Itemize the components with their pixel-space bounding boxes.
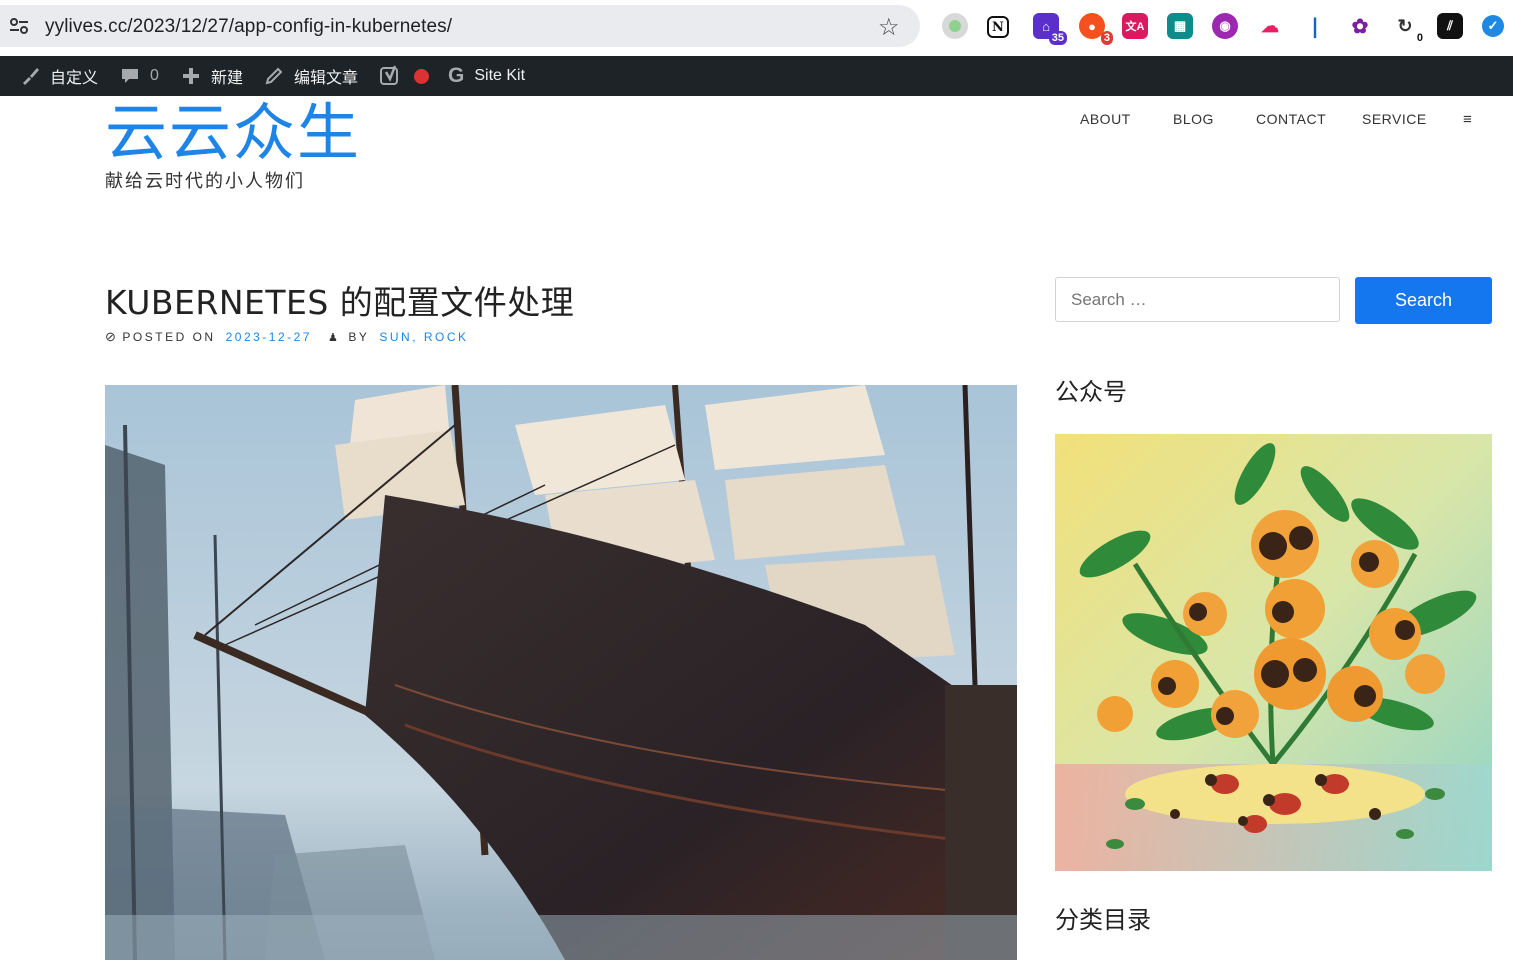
comments-link[interactable]: 0 xyxy=(120,56,159,96)
translate-icon[interactable]: 文A xyxy=(1122,13,1148,39)
paintbrush-icon xyxy=(20,66,40,86)
author-icon: ♟ xyxy=(327,331,341,344)
extension-grid-icon[interactable]: ▦ xyxy=(1167,13,1193,39)
extension-gray-dot-icon[interactable] xyxy=(942,13,968,39)
nav-item-service[interactable]: SERVICE xyxy=(1362,111,1427,127)
seo-status-dot-icon xyxy=(414,68,429,84)
yoast-icon xyxy=(380,65,400,87)
openai-icon[interactable]: ✿ xyxy=(1347,13,1373,39)
plus-icon xyxy=(181,66,201,86)
extension-blue-circle-icon[interactable]: ✓ xyxy=(1482,15,1504,37)
by-label: BY xyxy=(348,330,370,344)
site-info-icon[interactable] xyxy=(8,16,30,36)
extension-dark-icon[interactable]: ⫽ xyxy=(1437,13,1463,39)
search-input[interactable] xyxy=(1055,277,1340,322)
customize-link[interactable]: 自定义 xyxy=(20,56,98,96)
site-kit-label: Site Kit xyxy=(474,67,526,84)
author-link[interactable]: SUN, ROCK xyxy=(379,330,468,344)
bookmark-star-icon[interactable]: ☆ xyxy=(878,13,900,42)
new-content-label: 新建 xyxy=(211,70,244,87)
menu-toggle-icon[interactable]: ≡ xyxy=(1463,111,1472,128)
post-date-link[interactable]: 2023-12-27 xyxy=(226,330,312,344)
yoast-seo-menu[interactable] xyxy=(380,56,429,96)
comments-count: 0 xyxy=(150,67,159,84)
post-title: KUBERNETES 的配置文件处理 xyxy=(105,283,575,322)
extension-cloud-icon[interactable]: ☁ xyxy=(1257,13,1283,39)
notion-icon[interactable]: N xyxy=(987,16,1009,38)
new-content-link[interactable]: 新建 xyxy=(181,56,243,96)
nav-item-about[interactable]: ABOUT xyxy=(1080,111,1131,127)
categories-widget-title: 分类目录 xyxy=(1055,906,1151,934)
edit-post-link[interactable]: 编辑文章 xyxy=(264,56,358,96)
search-button[interactable]: Search xyxy=(1355,277,1492,324)
edit-post-label: 编辑文章 xyxy=(294,70,359,87)
wechat-image xyxy=(1055,434,1492,871)
extension-red-icon[interactable]: ● 3 xyxy=(1079,13,1113,45)
address-bar[interactable]: yylives.cc/2023/12/27/app-config-in-kube… xyxy=(0,5,920,47)
extension-refresh-icon[interactable]: ↻ 0 xyxy=(1392,13,1426,45)
customize-label: 自定义 xyxy=(50,70,99,87)
wechat-widget-title: 公众号 xyxy=(1055,378,1127,406)
paperclip-icon: ⊘ xyxy=(105,329,119,344)
wp-admin-bar: 自定义 0 新建 编辑文章 G Site Kit xyxy=(0,56,1513,96)
comment-bubble-icon xyxy=(120,66,140,86)
extension-house-icon[interactable]: ⌂ 35 xyxy=(1033,13,1067,45)
site-description: 献给云时代的小人物们 xyxy=(105,171,305,191)
site-kit-link[interactable]: G Site Kit xyxy=(448,56,525,96)
google-g-icon: G xyxy=(448,64,465,87)
browser-toolbar: yylives.cc/2023/12/27/app-config-in-kube… xyxy=(0,0,1513,56)
extension-purple-icon[interactable]: ◉ xyxy=(1212,13,1238,39)
url-text[interactable]: yylives.cc/2023/12/27/app-config-in-kube… xyxy=(45,16,452,38)
nav-item-blog[interactable]: BLOG xyxy=(1173,111,1214,127)
post-meta: ⊘ POSTED ON 2023-12-27 ♟ BY SUN, ROCK xyxy=(105,329,469,345)
extension-blue-shape-icon[interactable]: ❘ xyxy=(1302,13,1328,39)
pencil-icon xyxy=(264,66,284,86)
site-title[interactable]: 云云众生 xyxy=(105,97,361,169)
nav-item-contact[interactable]: CONTACT xyxy=(1256,111,1326,127)
posted-on-label: POSTED ON xyxy=(122,330,216,344)
featured-image xyxy=(105,385,1017,960)
